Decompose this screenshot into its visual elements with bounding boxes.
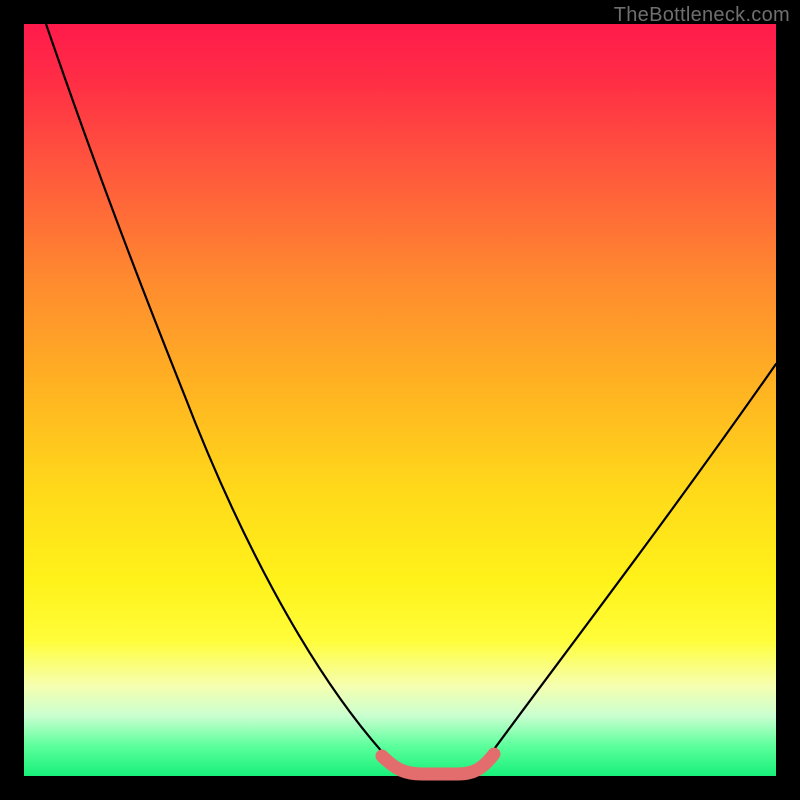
plot-area <box>24 24 776 776</box>
bottleneck-curve <box>46 24 776 774</box>
chart-svg <box>24 24 776 776</box>
chart-frame: TheBottleneck.com <box>0 0 800 800</box>
optimal-range-marker <box>382 754 494 774</box>
